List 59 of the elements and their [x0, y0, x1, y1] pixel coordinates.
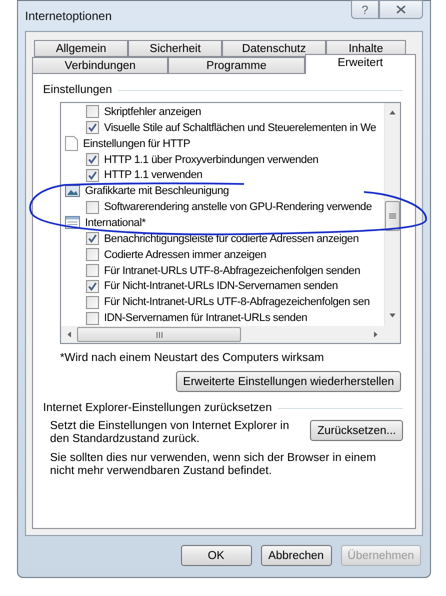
checkmark-icon [88, 234, 97, 244]
window-title: Internetoptionen [25, 9, 112, 23]
setting-label: Für Nicht-Intranet-URLs IDN-Servernamen senden [104, 280, 338, 292]
close-button[interactable] [379, 0, 423, 19]
restart-note: *Wird nach einem Neustart des Computers wirksam [60, 352, 325, 364]
setting-label: Visuelle Stile auf Schaltflächen und Steuerelementen in We [104, 122, 376, 134]
setting-label: Softwarerendering anstelle von GPU-Rendering verwende [104, 201, 372, 214]
scrollbar-thumb[interactable] [77, 327, 241, 342]
checkmark-icon [88, 282, 97, 291]
group-title: Einstellungen [43, 84, 112, 96]
scroll-right-icon[interactable] [372, 330, 379, 338]
checkbox[interactable] [86, 296, 99, 309]
checkmark-icon [88, 123, 97, 132]
picture-icon [65, 185, 80, 198]
restore-button[interactable]: Erweiterte Einstellungen wiederherstellen [176, 371, 401, 392]
checkbox[interactable] [86, 312, 99, 325]
scroll-down-icon[interactable] [389, 312, 396, 319]
checkbox[interactable] [86, 168, 99, 182]
vertical-scrollbar[interactable] [384, 103, 400, 326]
scroll-up-icon[interactable] [389, 109, 396, 116]
tab[interactable]: Programme [168, 57, 305, 74]
checkbox[interactable] [86, 232, 99, 246]
dialog-button[interactable]: OK [180, 545, 252, 566]
checkbox[interactable] [86, 280, 99, 293]
scroll-left-icon[interactable] [66, 330, 73, 338]
reset-button[interactable]: Zurücksetzen... [310, 420, 403, 441]
setting-label: Skriptfehler anzeigen [104, 106, 202, 118]
tab[interactable]: Allgemein [34, 40, 128, 57]
setting-label: Codierte Adressen immer anzeigen [104, 248, 266, 261]
setting-label: HTTP 1.1 verwenden [104, 169, 202, 182]
tab[interactable]: Sicherheit [128, 40, 222, 57]
reset-description: Setzt die Einstellungen von Internet Explorer in den Standardzustand zurück. [50, 420, 290, 446]
category-label: Grafikkarte mit Beschleunigung [85, 185, 229, 198]
checkbox[interactable] [86, 264, 99, 278]
horizontal-scrollbar[interactable] [61, 326, 384, 343]
category-label: Einstellungen für HTTP [83, 138, 190, 150]
setting-label: HTTP 1.1 über Proxyverbindungen verwenden [104, 154, 318, 166]
tab[interactable]: Verbindungen [32, 57, 168, 74]
close-icon [396, 5, 406, 14]
grip-icon [389, 213, 396, 219]
tab[interactable]: Erweitert [304, 54, 416, 74]
reset-warning: Sie sollten dies nur verwenden, wenn sich der Browser in einem nicht mehr verwendbaren Zustand befindet. [49, 452, 377, 478]
checkbox[interactable] [86, 200, 99, 214]
scrollbar-thumb[interactable] [385, 201, 400, 231]
setting-label: Für Nicht-Intranet-URLs UTF-8-Abfragezeichenfolgen sen [104, 296, 370, 308]
settings-list[interactable] [60, 102, 401, 344]
tab[interactable]: Datenschutz [222, 40, 326, 57]
setting-label: Für Intranet-URLs UTF-8-Abfragezeichenfolgen senden [104, 264, 360, 277]
checkbox[interactable] [86, 105, 99, 118]
checkbox[interactable] [86, 121, 99, 134]
category-label: International* [85, 216, 146, 229]
group-title: Internet Explorer-Einstellungen zurücksetzen [43, 402, 272, 414]
dialog-button[interactable]: Abbrechen [260, 545, 332, 566]
help-button[interactable]: ? [351, 0, 379, 19]
grip-icon [156, 332, 162, 338]
page-icon [65, 136, 78, 152]
setting-label: IDN-Servernamen für Intranet-URLs senden [104, 312, 308, 324]
checkbox[interactable] [86, 153, 99, 166]
checkbox[interactable] [86, 248, 99, 262]
